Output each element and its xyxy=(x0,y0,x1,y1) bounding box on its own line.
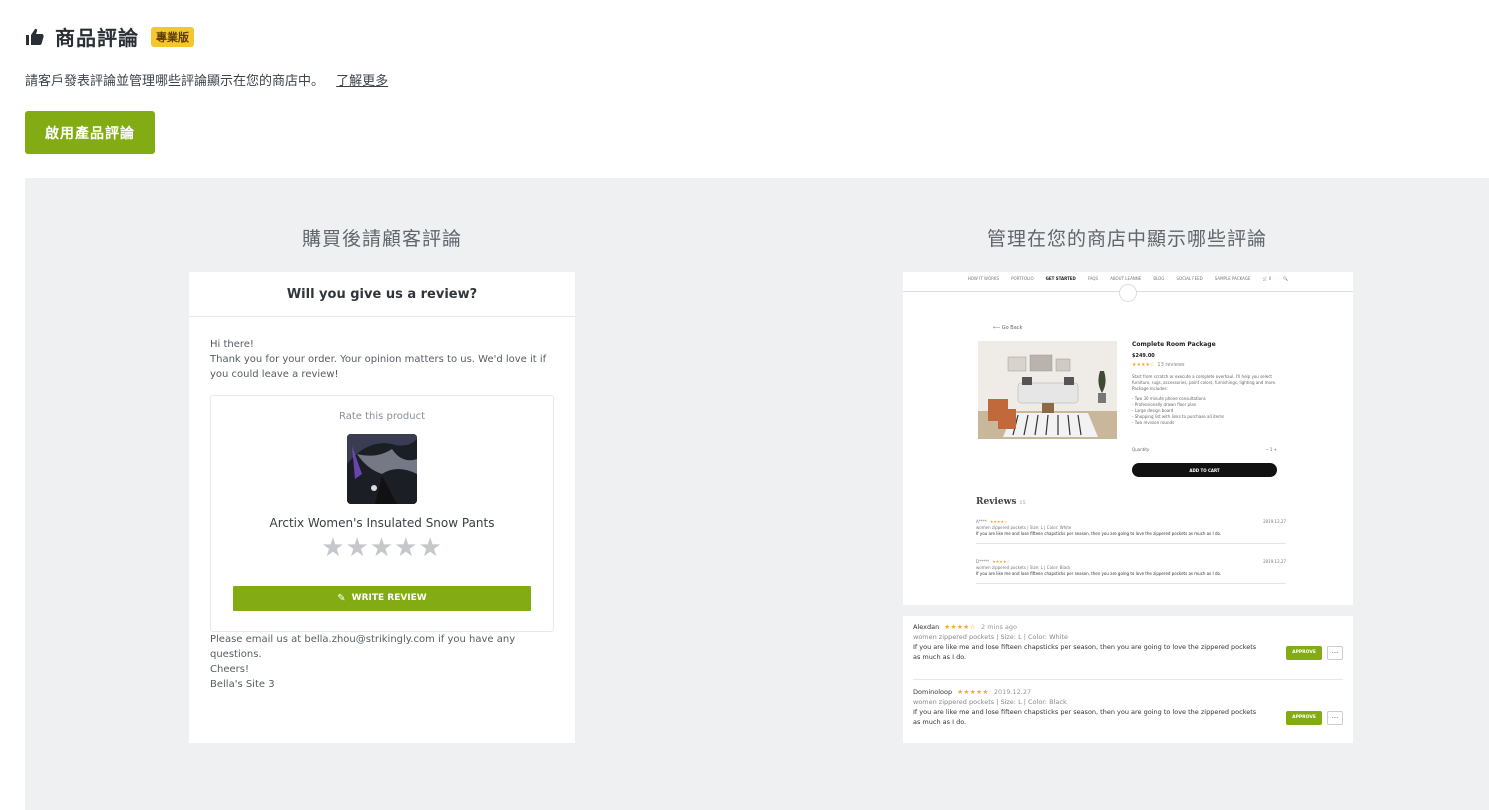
right-column-title: 管理在您的商店中顯示哪些評論 xyxy=(987,228,1268,250)
store-review-stars: ★★★★☆ xyxy=(992,559,1011,564)
store-preview: HOW IT WORKS PORTFOLIO GET STARTED FAQS … xyxy=(903,272,1353,605)
review-text: If you are like me and lose fifteen chap… xyxy=(913,708,1257,726)
store-nav-item: SOCIAL FEED xyxy=(1176,276,1203,281)
store-review-text: If you are like me and lose fifteen chap… xyxy=(976,531,1222,536)
reviewer-name: Alexdan xyxy=(913,623,940,631)
learn-more-link[interactable]: 了解更多 xyxy=(336,74,388,89)
store-review-date: 2019.12.27 xyxy=(1263,519,1286,524)
store-review-item: A**** ★★★★☆ 2019.12.27 women zippered poc… xyxy=(976,519,1286,544)
page-header: 商品評論 專業版 xyxy=(25,22,194,51)
store-reviews-title: Reviews 15 xyxy=(976,497,1026,507)
store-review-name: A**** xyxy=(976,519,987,524)
store-product-title: Complete Room Package xyxy=(1132,341,1216,348)
review-variant: women zippered pockets | Size: L | Color… xyxy=(913,633,1069,641)
approve-button: APPROVE xyxy=(1286,711,1322,725)
quantity-label: Quantity xyxy=(1132,447,1150,452)
store-nav-item: BLOG xyxy=(1153,276,1165,281)
page-description: 請客戶發表評論並管理哪些評論顯示在您的商店中。 了解更多 xyxy=(25,70,388,89)
store-desc-text: Start from scratch or execute a complete… xyxy=(1132,374,1277,391)
review-variant: women zippered pockets | Size: L | Color… xyxy=(913,698,1067,706)
pencil-icon: ✎ xyxy=(337,593,346,604)
write-review-label: WRITE REVIEW xyxy=(351,593,427,603)
store-review-count: 13 reviews xyxy=(1157,362,1185,368)
store-review-date: 2019.12.27 xyxy=(1263,559,1286,564)
store-nav-item: PORTFOLIO xyxy=(1011,276,1034,281)
quantity-stepper: − 1 + xyxy=(1265,447,1277,452)
product-name: Arctix Women's Insulated Snow Pants xyxy=(269,516,495,530)
store-nav-search: 🔍 xyxy=(1283,276,1289,281)
store-product-description: Start from scratch or execute a complete… xyxy=(1132,374,1282,426)
preview-panel: 購買後請顧客評論 管理在您的商店中顯示哪些評論 Will you give us… xyxy=(25,178,1489,810)
moderation-review-item: Alexdan ★★★★☆ 2 mins ago women zippered … xyxy=(913,622,1343,662)
email-greeting: Hi there! xyxy=(210,339,254,350)
page-title: 商品評論 xyxy=(55,26,139,50)
email-cheers: Cheers! xyxy=(210,664,249,675)
thumbs-up-icon xyxy=(26,28,44,45)
review-email-preview: Will you give us a review? Hi there! Tha… xyxy=(189,272,575,743)
more-options-button: ··· xyxy=(1327,646,1343,660)
store-product-price: $249.00 xyxy=(1132,353,1155,359)
email-heading: Will you give us a review? xyxy=(189,272,575,317)
rate-product-box: Rate this product Arctix Women's Insulat… xyxy=(210,395,554,632)
store-nav-item: GET STARTED xyxy=(1045,276,1076,281)
store-nav-item: FAQS xyxy=(1087,276,1099,281)
store-review-text: If you are like me and lose fifteen chap… xyxy=(976,571,1222,576)
store-review-item: D***** ★★★★☆ 2019.12.27 women zippered po… xyxy=(976,559,1286,584)
moderation-review-item: Dominoloop ★★★★★ 2019.12.27 women zipper… xyxy=(913,687,1343,727)
store-product-stars: ★★★★☆ xyxy=(1132,362,1155,368)
email-questions: Please email us at bella.zhou@strikingly… xyxy=(210,634,516,660)
reviewer-name: Dominoloop xyxy=(913,688,953,696)
review-time: 2019.12.27 xyxy=(993,688,1032,696)
go-back-link: ⟵ Go Back xyxy=(993,325,1023,331)
description-text: 請客戶發表評論並管理哪些評論顯示在您的商店中。 xyxy=(25,74,325,89)
store-nav-cart: 🛒 0 xyxy=(1262,276,1272,281)
write-review-button[interactable]: ✎ WRITE REVIEW xyxy=(233,586,531,611)
store-nav-item: SAMPLE PACKAGE xyxy=(1214,276,1251,281)
approve-button: APPROVE xyxy=(1286,646,1322,660)
pro-badge: 專業版 xyxy=(151,26,194,47)
store-logo xyxy=(1119,284,1137,302)
store-review-name: D***** xyxy=(976,559,990,564)
store-quantity: Quantity − 1 + xyxy=(1132,447,1277,452)
email-thanks: Thank you for your order. Your opinion m… xyxy=(210,354,547,380)
review-time: 2 mins ago xyxy=(981,623,1018,631)
left-column-title: 購買後請顧客評論 xyxy=(302,228,463,250)
store-reviews-count: 15 xyxy=(1019,500,1026,506)
review-text: If you are like me and lose fifteen chap… xyxy=(913,643,1257,661)
store-desc-bullets: - Two 30 minute phone consultations - Pr… xyxy=(1132,396,1225,425)
rate-label: Rate this product xyxy=(339,411,425,422)
store-product-rating: ★★★★☆ 13 reviews xyxy=(1132,362,1185,368)
rating-stars[interactable]: ★★★★★ xyxy=(211,535,553,561)
more-options-button: ··· xyxy=(1327,711,1343,725)
store-review-stars: ★★★★☆ xyxy=(989,519,1008,524)
enable-reviews-button[interactable]: 啟用產品評論 xyxy=(25,111,155,154)
add-to-cart-button: ADD TO CART xyxy=(1132,463,1277,477)
store-reviews-heading: Reviews xyxy=(976,497,1017,507)
store-nav-item: HOW IT WORKS xyxy=(967,276,1000,281)
review-moderation-preview: Alexdan ★★★★☆ 2 mins ago women zippered … xyxy=(903,616,1353,743)
email-signature: Bella's Site 3 xyxy=(210,679,275,690)
product-image xyxy=(347,434,417,504)
moderation-divider xyxy=(913,679,1343,680)
review-stars: ★★★★☆ xyxy=(944,623,976,631)
review-stars: ★★★★★ xyxy=(957,688,989,696)
room-image xyxy=(978,341,1117,439)
